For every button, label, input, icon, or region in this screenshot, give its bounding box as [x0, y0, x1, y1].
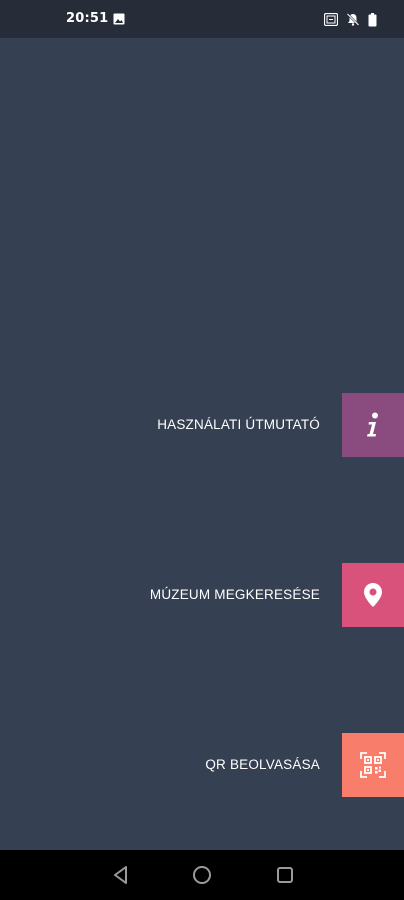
image-icon [113, 13, 125, 25]
battery-icon [368, 13, 377, 27]
status-bar: 20:51 [0, 0, 404, 38]
menu-item-usage-guide[interactable]: HASZNÁLATI ÚTMUTATÓ [0, 393, 404, 457]
location-pin-icon [364, 583, 382, 607]
silent-bell-icon [346, 13, 360, 26]
find-museum-label: MÚZEUM MEGKERESÉSE [149, 587, 320, 602]
home-icon[interactable] [191, 864, 213, 886]
find-museum-button[interactable] [342, 563, 404, 627]
usage-guide-label: HASZNÁLATI ÚTMUTATÓ [157, 417, 320, 432]
status-time: 20:51 [66, 11, 109, 26]
vibrate-icon [324, 13, 338, 26]
recents-icon[interactable] [274, 864, 296, 886]
usage-guide-button[interactable] [342, 393, 404, 457]
qr-code-icon [360, 752, 386, 778]
scan-qr-label: QR BEOLVASÁSA [205, 757, 320, 772]
menu-item-scan-qr[interactable]: QR BEOLVASÁSA [0, 733, 404, 797]
info-icon [367, 412, 378, 437]
back-icon[interactable] [110, 864, 132, 886]
scan-qr-button[interactable] [342, 733, 404, 797]
system-nav-bar [0, 850, 404, 900]
menu-item-find-museum[interactable]: MÚZEUM MEGKERESÉSE [0, 563, 404, 627]
